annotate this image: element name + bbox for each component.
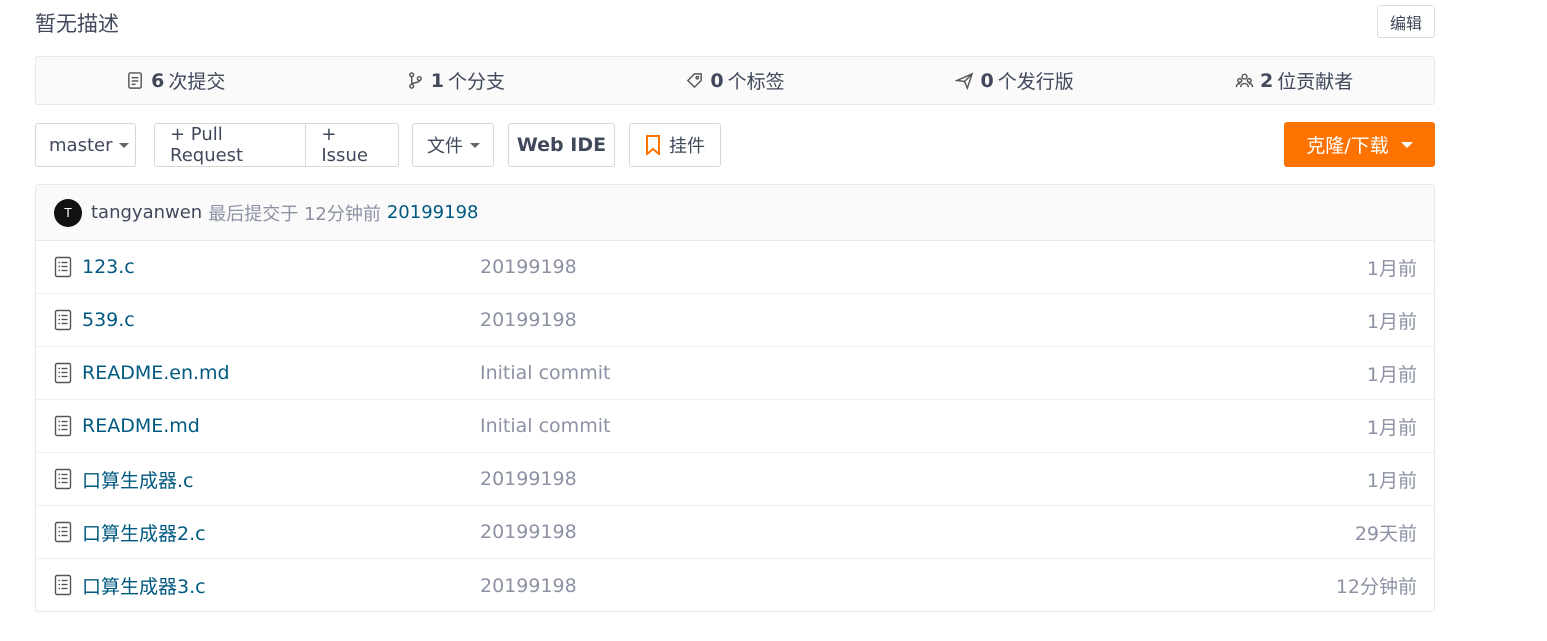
file-name-link[interactable]: 口算生成器.c — [82, 466, 194, 493]
stat-contributors-count: 2 — [1260, 69, 1274, 92]
file-commit-message[interactable]: 20199198 — [480, 521, 577, 543]
stat-branches[interactable]: 1 个分支 — [316, 57, 596, 104]
file-row[interactable]: README.en.md Initial commit 1月前 — [36, 347, 1434, 400]
file-icon — [54, 574, 72, 596]
stat-tags[interactable]: 0 个标签 — [595, 57, 875, 104]
avatar[interactable]: T — [54, 198, 82, 227]
file-name-link[interactable]: 口算生成器3.c — [82, 572, 206, 599]
file-commit-message[interactable]: 20199198 — [480, 256, 577, 278]
stat-commits[interactable]: 6 次提交 — [36, 57, 316, 104]
stat-contributors-label: 位贡献者 — [1277, 71, 1354, 93]
stat-tags-count: 0 — [710, 69, 724, 92]
new-pull-request-button[interactable]: + Pull Request — [155, 124, 305, 166]
file-menu-button[interactable]: 文件 — [412, 123, 494, 167]
file-commit-message[interactable]: 20199198 — [480, 309, 577, 331]
clone-download-button[interactable]: 克隆/下载 — [1284, 122, 1435, 167]
stat-commits-label: 次提交 — [168, 71, 226, 93]
repo-description: 暂无描述 — [35, 12, 119, 36]
repo-stats-bar: 6 次提交 1 个分支 0 个标签 0 个发行版 2 位贡献者 — [35, 56, 1435, 105]
file-icon — [54, 309, 72, 331]
commit-message-link[interactable]: 20199198 — [387, 202, 479, 223]
clone-download-label: 克隆/下载 — [1306, 135, 1389, 157]
stat-contributors[interactable]: 2 位贡献者 — [1154, 57, 1434, 104]
stat-releases-label: 个发行版 — [997, 71, 1074, 93]
stat-releases[interactable]: 0 个发行版 — [875, 57, 1155, 104]
file-commit-time: 12分钟前 — [1335, 576, 1417, 598]
web-ide-button[interactable]: Web IDE — [508, 123, 615, 167]
file-commit-time: 1月前 — [1366, 257, 1417, 280]
file-commit-message[interactable]: Initial commit — [480, 415, 610, 437]
commit-author[interactable]: tangyanwen — [91, 202, 202, 223]
file-icon — [54, 256, 72, 278]
file-tree: T tangyanwen 最后提交于 12分钟前 20199198 123.c 2… — [35, 184, 1435, 612]
file-commit-time: 29天前 — [1354, 522, 1417, 545]
branch-select[interactable]: master — [35, 123, 136, 167]
release-icon — [955, 72, 974, 90]
bookmark-icon — [646, 135, 660, 155]
file-commit-time: 1月前 — [1366, 363, 1417, 386]
file-commit-time: 1月前 — [1366, 416, 1417, 439]
file-row[interactable]: README.md Initial commit 1月前 — [36, 400, 1434, 453]
stat-branches-label: 个分支 — [448, 71, 506, 93]
widget-button-label: 挂件 — [669, 136, 705, 157]
file-commit-message[interactable]: 20199198 — [480, 468, 577, 490]
file-icon — [54, 468, 72, 490]
edit-button[interactable]: 编辑 — [1377, 5, 1435, 38]
file-commit-message[interactable]: 20199198 — [480, 575, 577, 597]
file-row[interactable]: 口算生成器3.c 20199198 12分钟前 — [36, 559, 1434, 612]
contributors-icon — [1235, 73, 1254, 88]
file-commit-time: 1月前 — [1366, 310, 1417, 333]
file-name-link[interactable]: README.en.md — [82, 362, 230, 384]
file-name-link[interactable]: 539.c — [82, 309, 135, 331]
stat-tags-label: 个标签 — [727, 71, 785, 93]
chevron-down-icon — [119, 142, 130, 148]
stat-releases-count: 0 — [980, 69, 994, 92]
file-name-link[interactable]: 123.c — [82, 256, 135, 278]
tag-icon — [687, 73, 703, 89]
file-icon — [54, 521, 72, 543]
new-issue-button[interactable]: + Issue — [305, 124, 398, 166]
last-commit-bar: T tangyanwen 最后提交于 12分钟前 20199198 — [36, 185, 1434, 241]
file-name-link[interactable]: 口算生成器2.c — [82, 519, 206, 546]
stat-commits-count: 6 — [151, 69, 165, 92]
file-commit-message[interactable]: Initial commit — [480, 362, 610, 384]
branch-select-label: master — [49, 134, 113, 156]
pr-issue-group: + Pull Request + Issue — [154, 123, 399, 167]
file-row[interactable]: 口算生成器2.c 20199198 29天前 — [36, 506, 1434, 559]
file-row[interactable]: 539.c 20199198 1月前 — [36, 294, 1434, 347]
file-commit-time: 1月前 — [1366, 469, 1417, 492]
file-row[interactable]: 123.c 20199198 1月前 — [36, 241, 1434, 294]
file-icon — [54, 415, 72, 437]
commit-time-note: 最后提交于 12分钟前 — [208, 203, 381, 225]
file-icon — [54, 362, 72, 384]
file-name-link[interactable]: README.md — [82, 415, 200, 437]
chevron-down-icon — [1400, 141, 1413, 148]
widget-button[interactable]: 挂件 — [629, 123, 721, 167]
stat-branches-count: 1 — [430, 69, 444, 92]
file-menu-label: 文件 — [427, 136, 463, 157]
file-row[interactable]: 口算生成器.c 20199198 1月前 — [36, 453, 1434, 506]
branch-icon — [408, 72, 422, 89]
commits-icon — [128, 72, 143, 89]
chevron-down-icon — [470, 142, 480, 148]
